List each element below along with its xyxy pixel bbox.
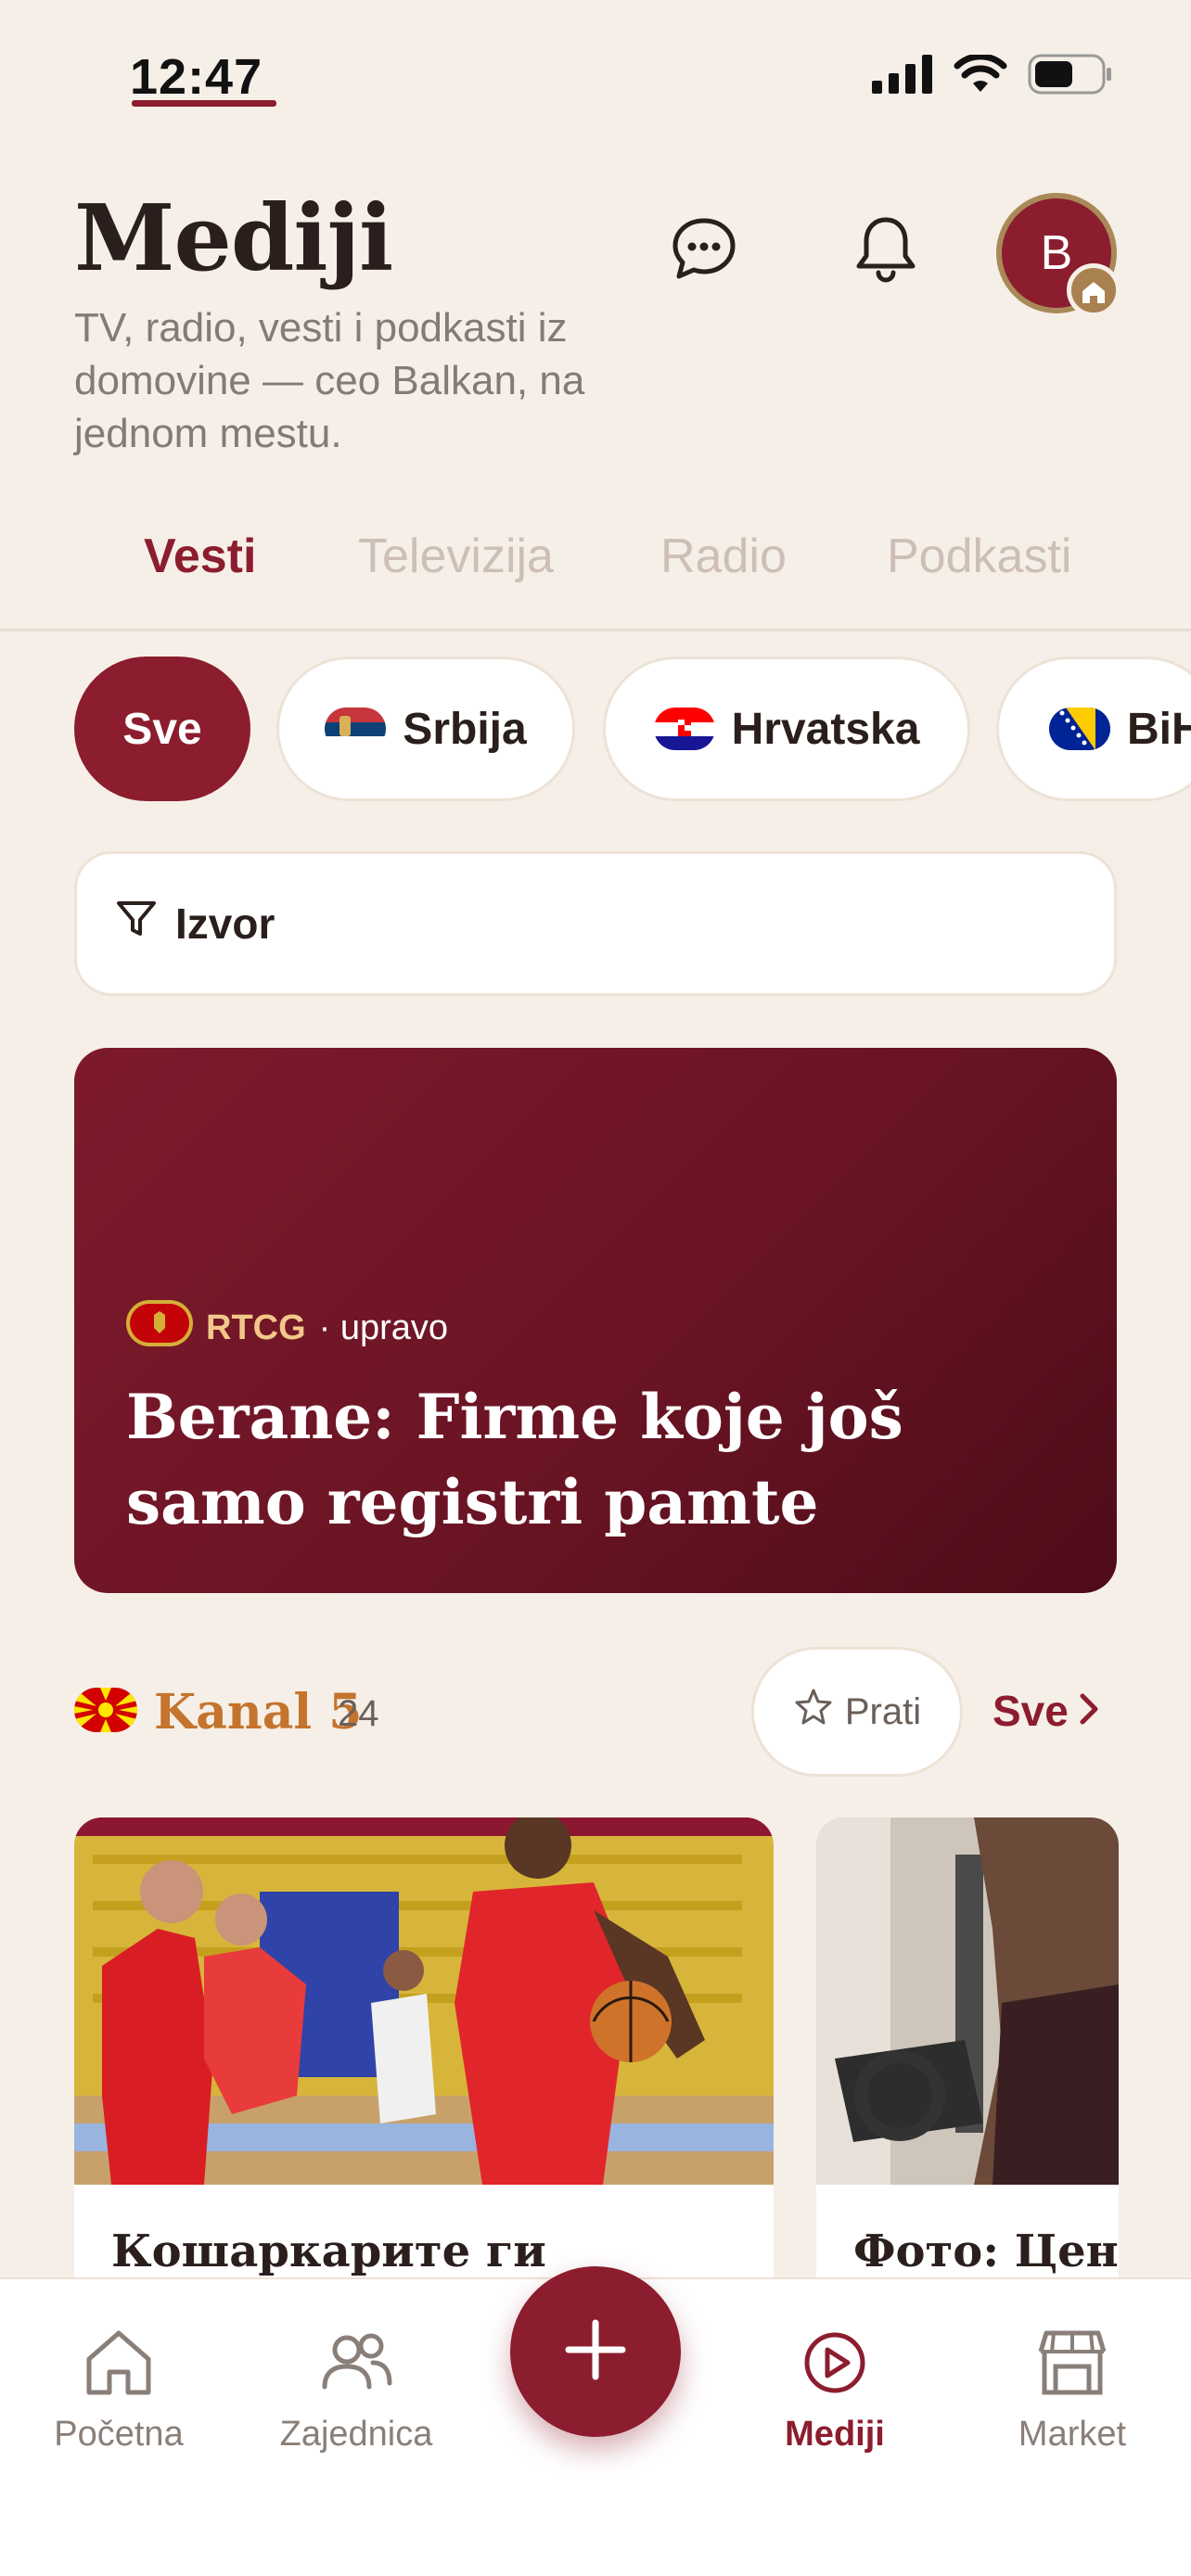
- channel-count: 24: [338, 1693, 379, 1734]
- featured-article-card[interactable]: RTCG · upravo Berane: Firme koje još sam…: [74, 1048, 1117, 1593]
- nav-label: Zajednica: [279, 2415, 433, 2454]
- nav-pocetna[interactable]: Početna: [26, 2326, 211, 2455]
- nav-market[interactable]: Market: [980, 2326, 1165, 2455]
- wifi-icon: [954, 53, 1007, 98]
- chip-sve[interactable]: Sve: [74, 657, 250, 801]
- community-icon: [319, 2326, 393, 2407]
- page-subtitle: TV, radio, vesti i podkasti iz domovine …: [74, 305, 585, 456]
- filter-icon: [114, 897, 159, 951]
- follow-label: Prati: [844, 1690, 922, 1732]
- channel-name[interactable]: Kanal 5: [154, 1684, 362, 1741]
- status-time: 12:47: [130, 49, 263, 105]
- chip-hrvatska[interactable]: Hrvatska: [603, 657, 970, 801]
- montenegro-flag-icon: [126, 1300, 193, 1356]
- bosnia-flag-icon: [1049, 708, 1110, 750]
- featured-title: Berane: Firme koje još samo registri pam…: [126, 1381, 903, 1538]
- notifications-button[interactable]: [846, 211, 926, 291]
- channel-header: Kanal 5 24 Prati Sve: [74, 1647, 1117, 1777]
- source-filter-button[interactable]: Izvor: [74, 851, 1117, 996]
- battery-icon: [1028, 54, 1113, 99]
- north-macedonia-flag-icon: [74, 1688, 137, 1737]
- star-icon: [793, 1687, 834, 1737]
- create-button[interactable]: [510, 2266, 681, 2437]
- news-card-title: Фото: Цени: [853, 2225, 1119, 2277]
- tab-radio[interactable]: Radio: [660, 529, 787, 584]
- tab-televizija[interactable]: Televizija: [358, 529, 554, 584]
- tabs-divider: [0, 629, 1191, 631]
- plus-icon: [563, 2317, 628, 2387]
- see-all-link[interactable]: Sve: [992, 1686, 1100, 1736]
- chat-bubble-icon: [670, 215, 738, 288]
- home-icon: [82, 2326, 156, 2407]
- see-all-label: Sve: [992, 1687, 1069, 1735]
- chip-label: BiH: [1127, 704, 1191, 754]
- nav-label: Mediji: [785, 2415, 885, 2454]
- chip-srbija[interactable]: Srbija: [276, 657, 575, 801]
- news-card[interactable]: Кошаркарите ги: [74, 1817, 774, 2300]
- news-card-image: [74, 1817, 774, 2185]
- nav-zajednica[interactable]: Zajednica: [263, 2326, 449, 2455]
- active-tab-indicator: [132, 100, 276, 107]
- home-badge: [1067, 263, 1121, 317]
- bell-icon: [853, 214, 918, 289]
- news-card[interactable]: Фото: Цени: [816, 1817, 1119, 2300]
- messages-button[interactable]: [664, 211, 744, 291]
- status-icons: [872, 53, 1113, 99]
- croatia-flag-icon: [653, 708, 715, 750]
- status-bar: 12:47: [0, 0, 1191, 158]
- follow-button[interactable]: Prati: [751, 1647, 963, 1777]
- chip-label: Srbija: [403, 704, 527, 754]
- news-card-title: Кошаркарите ги: [111, 2225, 546, 2277]
- chip-label: Sve: [122, 704, 202, 754]
- nav-mediji[interactable]: Mediji: [742, 2326, 928, 2455]
- featured-meta: RTCG · upravo: [126, 1300, 448, 1356]
- page-title: Mediji: [74, 185, 393, 292]
- source-filter-label: Izvor: [175, 899, 275, 948]
- serbia-flag-icon: [325, 708, 387, 750]
- news-card-image: [816, 1817, 1119, 2185]
- chip-bih[interactable]: BiH: [996, 657, 1191, 801]
- home-icon: [1079, 262, 1108, 318]
- featured-time: · upravo: [318, 1307, 449, 1347]
- featured-source: RTCG: [206, 1307, 306, 1347]
- chip-label: Hrvatska: [731, 704, 920, 754]
- nav-label: Početna: [54, 2415, 184, 2454]
- media-tabs: Vesti Televizija Radio Podkasti: [0, 519, 1191, 631]
- avatar[interactable]: B: [996, 193, 1121, 317]
- avatar-initial: B: [1040, 226, 1073, 280]
- play-circle-icon: [798, 2326, 872, 2407]
- store-icon: [1033, 2326, 1111, 2407]
- tab-podkasti[interactable]: Podkasti: [887, 529, 1071, 584]
- signal-icon: [872, 55, 933, 98]
- chevron-right-icon: [1078, 1686, 1100, 1736]
- tab-vesti[interactable]: Vesti: [144, 529, 256, 584]
- nav-label: Market: [1018, 2415, 1127, 2454]
